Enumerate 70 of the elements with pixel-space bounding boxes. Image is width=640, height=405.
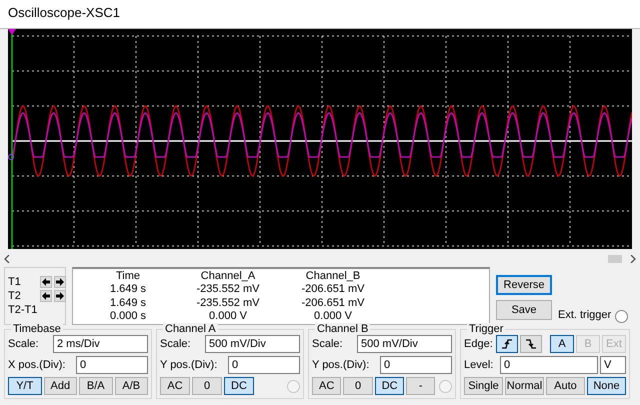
edge-button[interactable]	[520, 335, 542, 353]
readout-value: 0.000 V	[208, 310, 248, 324]
scroll-right-icon[interactable]	[630, 255, 636, 263]
toggle-button[interactable]: Normal	[505, 377, 544, 395]
toggle-button[interactable]: 0	[343, 377, 373, 395]
field-label: Scale:	[312, 336, 343, 352]
group-title: Channel B	[315, 323, 370, 335]
action-button[interactable]: Reverse	[496, 275, 552, 295]
toggle-button[interactable]: AC	[160, 377, 190, 395]
field-label: Level:	[464, 358, 494, 373]
arrow-right-icon[interactable]	[54, 276, 66, 288]
input-field[interactable]: 0	[76, 356, 148, 374]
arrow-left-icon[interactable]	[40, 276, 52, 288]
readout-value: -235.552 mV	[196, 284, 260, 298]
toggle-button[interactable]: DC	[374, 377, 404, 395]
arrow-right-icon[interactable]	[54, 290, 66, 302]
toggle-button[interactable]: -	[406, 377, 436, 395]
field-label: Edge:	[464, 336, 493, 352]
scroll-thumb[interactable]	[608, 255, 622, 263]
toggle-button[interactable]: Y/T	[8, 377, 42, 395]
ext-trigger-radio[interactable]	[615, 310, 628, 323]
scroll-left-icon[interactable]	[4, 255, 10, 263]
input-field[interactable]: 500 mV/Div	[357, 335, 452, 353]
unit-field[interactable]: V	[600, 356, 626, 374]
ext-trigger-label: Ext. trigger	[558, 308, 612, 322]
group-title: Trigger	[467, 323, 506, 335]
readout-value: 1.649 s	[108, 298, 148, 310]
readout-value: 0.000 s	[108, 310, 148, 324]
input-field[interactable]: 2 ms/Div	[53, 335, 148, 353]
readout-value: 1.649 s	[108, 284, 148, 298]
input-field[interactable]: 500 mV/Div	[205, 335, 300, 353]
edge-button[interactable]	[496, 335, 518, 353]
input-field[interactable]: 0	[228, 356, 300, 374]
cursor-line[interactable]	[11, 33, 13, 249]
column-header: Channel_A	[200, 271, 256, 284]
field-label: Scale:	[160, 336, 191, 352]
action-button[interactable]: Save	[496, 300, 552, 320]
group-title: Channel A	[163, 323, 218, 335]
channel-radio[interactable]	[287, 380, 300, 392]
toggle-button[interactable]: DC	[224, 377, 254, 395]
readout-value: 0.000 V	[313, 310, 353, 324]
input-field[interactable]: 0	[380, 356, 452, 374]
toggle-button[interactable]: None	[587, 377, 626, 395]
toggle-button[interactable]: A	[550, 335, 574, 353]
trace-marker-icon	[8, 154, 14, 160]
falling-edge-icon	[524, 338, 538, 350]
field-label: Y pos.(Div):	[312, 358, 370, 373]
toggle-button[interactable]: AC	[312, 377, 342, 395]
toggle-button[interactable]: B/A	[79, 377, 112, 395]
field-label: X pos.(Div):	[8, 358, 66, 373]
readout-value: -206.651 mV	[300, 298, 366, 310]
column-header: Time	[114, 271, 142, 284]
toggle-button[interactable]: Add	[44, 377, 77, 395]
arrow-left-icon[interactable]	[40, 290, 52, 302]
toggle-button[interactable]: A/B	[114, 377, 148, 395]
readout-value: -206.651 mV	[300, 284, 366, 298]
cursor-label: T2-T1	[8, 302, 38, 318]
channel-radio[interactable]	[439, 380, 452, 392]
field-label: Scale:	[8, 336, 39, 352]
input-field[interactable]: 0	[500, 356, 598, 374]
toggle-button[interactable]: Auto	[546, 377, 585, 395]
cursor-label: T2	[8, 288, 22, 304]
rising-edge-icon	[500, 338, 514, 350]
cursor-label: T1	[8, 274, 22, 290]
column-header: Channel_B	[304, 271, 362, 284]
group-title: Timebase	[11, 323, 63, 335]
readout-value: -235.552 mV	[196, 298, 260, 310]
toggle-button[interactable]: 0	[192, 377, 222, 395]
field-label: Y pos.(Div):	[160, 358, 218, 373]
toggle-button[interactable]: Single	[464, 377, 503, 395]
